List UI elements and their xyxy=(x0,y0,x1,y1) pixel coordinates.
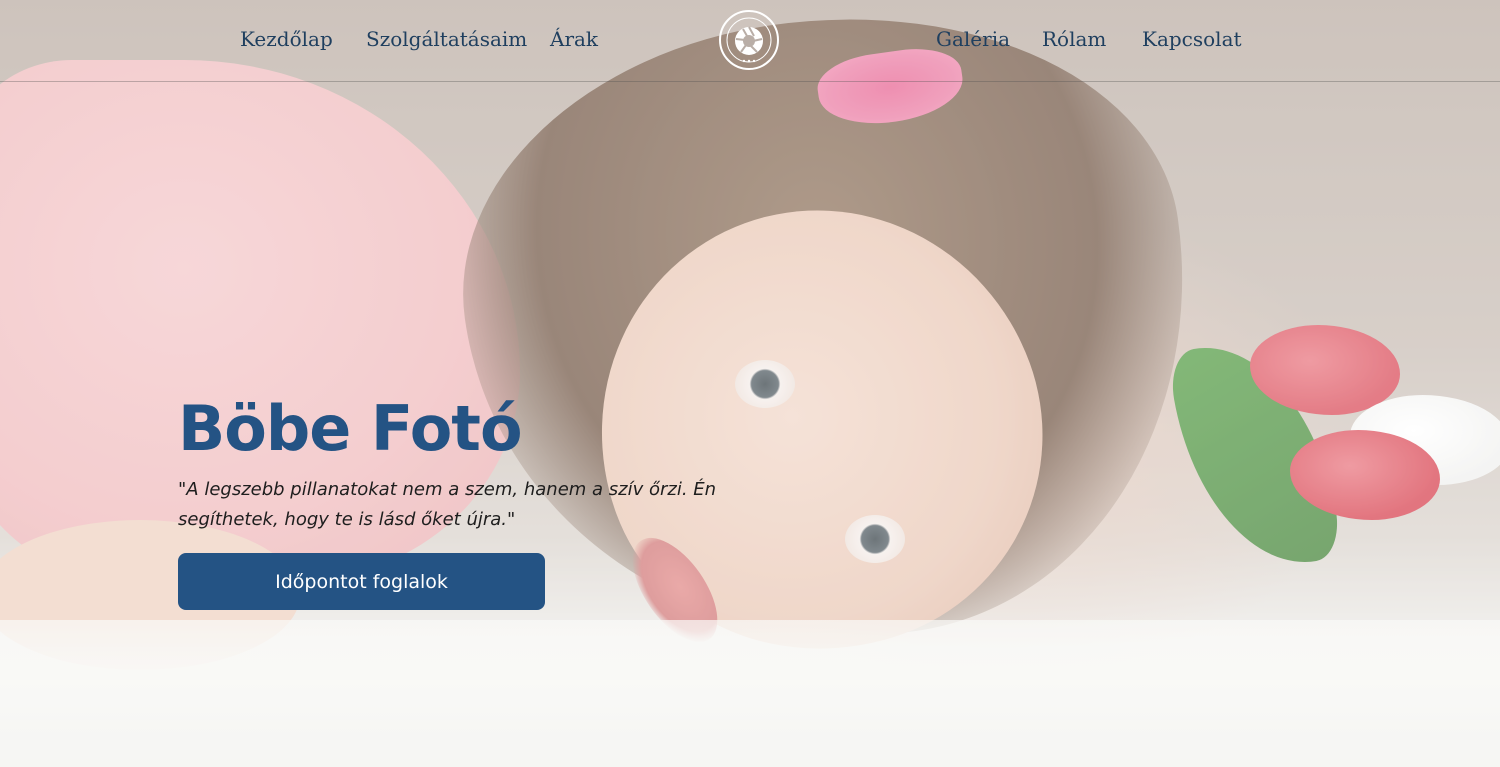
photo-overlay xyxy=(0,0,1500,767)
book-appointment-button[interactable]: Időpontot foglalok xyxy=(178,553,545,610)
nav-item-about[interactable]: Rólam xyxy=(1042,27,1106,51)
main-navigation: Kezdőlap Szolgáltatásaim Árak Galéria Ró… xyxy=(0,0,1500,82)
hero-quote: "A legszebb pillanatokat nem a szem, han… xyxy=(178,479,717,530)
hero-title: Böbe Fotó xyxy=(178,392,523,465)
nav-item-prices[interactable]: Árak xyxy=(550,27,598,51)
nav-item-services[interactable]: Szolgáltatásaim xyxy=(366,27,527,51)
nav-item-contact[interactable]: Kapcsolat xyxy=(1142,27,1242,51)
hero-section: Kezdőlap Szolgáltatásaim Árak Galéria Ró… xyxy=(0,0,1500,767)
nav-item-home[interactable]: Kezdőlap xyxy=(240,27,333,51)
nav-item-gallery[interactable]: Galéria xyxy=(936,27,1010,51)
camera-aperture-logo-icon[interactable] xyxy=(719,10,779,70)
